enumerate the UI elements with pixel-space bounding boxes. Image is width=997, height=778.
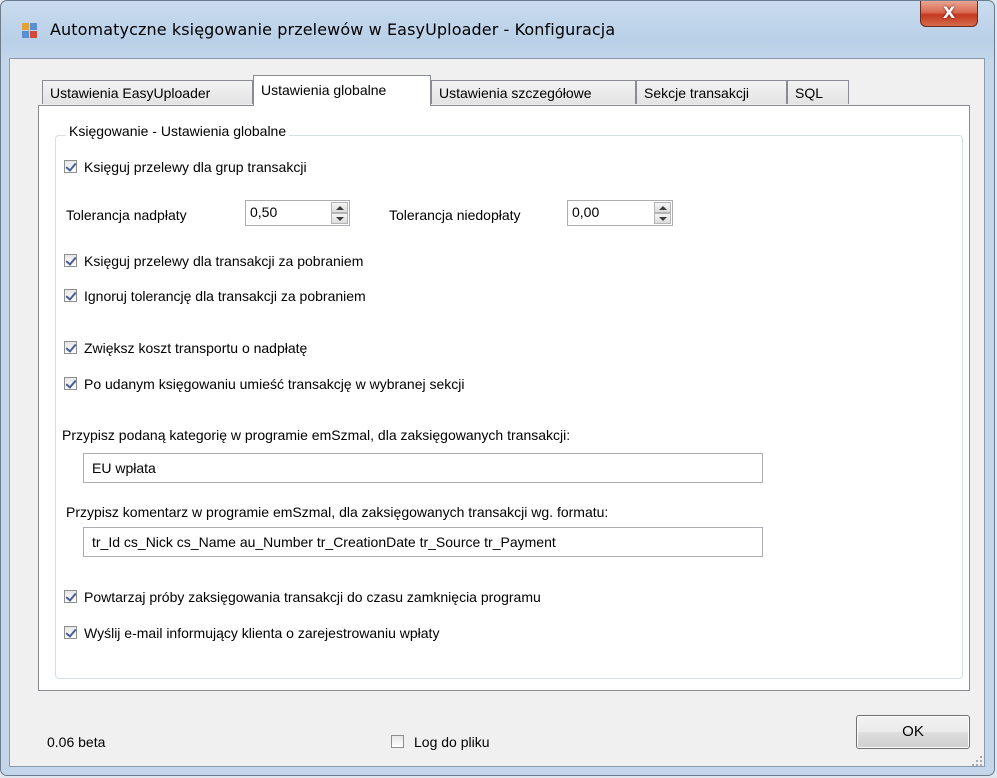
comment-format-label: Przypisz komentarz w programie emSzmal, … (66, 504, 609, 520)
checkbox-post-cod-label: Księguj przelewy dla transakcji za pobra… (84, 253, 364, 269)
overpay-tolerance-spinner[interactable]: 0,50 (245, 200, 350, 226)
checkbox-move-to-section-box[interactable] (64, 377, 77, 390)
spin-up-icon[interactable] (654, 202, 671, 213)
underpay-tolerance-spinner[interactable]: 0,00 (567, 200, 673, 226)
checkbox-ignore-tolerance-cod-box[interactable] (64, 289, 77, 302)
version-label: 0.06 beta (47, 734, 106, 750)
checkbox-log-to-file-label: Log do pliku (414, 734, 490, 750)
underpay-tolerance-value[interactable]: 0,00 (572, 204, 599, 220)
tab-ustawienia-globalne[interactable]: Ustawienia globalne (253, 75, 431, 106)
tab-ustawienia-szczegolowe[interactable]: Ustawienia szczegółowe (431, 80, 636, 104)
checkbox-retry-until-close-label: Powtarzaj próby zaksięgowania transakcji… (84, 589, 541, 605)
tab-sql[interactable]: SQL (787, 80, 849, 104)
title-bar[interactable]: Automatyczne księgowanie przelewów w Eas… (0, 0, 995, 58)
window-title: Automatyczne księgowanie przelewów w Eas… (50, 20, 616, 39)
checkbox-retry-until-close-box[interactable] (64, 590, 77, 603)
checkbox-move-to-section-label: Po udanym księgowaniu umieść transakcję … (84, 376, 465, 392)
underpay-tolerance-label: Tolerancja niedopłaty (389, 207, 521, 223)
checkbox-ignore-tolerance-cod-label: Ignoruj tolerancję dla transakcji za pob… (84, 288, 366, 304)
checkbox-increase-shipping-box[interactable] (64, 341, 77, 354)
overpay-tolerance-label: Tolerancja nadpłaty (66, 207, 187, 223)
ok-button[interactable]: OK (856, 715, 970, 749)
spin-down-icon[interactable] (331, 213, 348, 224)
group-legend: Księgowanie - Ustawienia globalne (66, 123, 290, 139)
close-button[interactable]: X (920, 1, 978, 27)
spin-up-icon[interactable] (331, 202, 348, 213)
spin-down-icon[interactable] (654, 213, 671, 224)
resize-grip-icon[interactable] (970, 754, 984, 768)
checkbox-post-cod-box[interactable] (64, 254, 77, 267)
checkbox-send-email-box[interactable] (64, 626, 77, 639)
checkbox-increase-shipping-label: Zwiększ koszt transportu o nadpłatę (84, 340, 308, 356)
app-icon (22, 23, 38, 39)
tab-ustawienia-easyuploader[interactable]: Ustawienia EasyUploader (42, 80, 253, 104)
category-label: Przypisz podaną kategorię w programie em… (62, 427, 571, 443)
checkbox-log-to-file-box[interactable] (391, 735, 404, 748)
tab-sekcje-transakcji[interactable]: Sekcje transakcji (636, 80, 787, 104)
checkbox-send-email-label: Wyślij e-mail informujący klienta o zare… (84, 625, 440, 641)
checkbox-post-groups-label: Księguj przelewy dla grup transakcji (84, 159, 307, 175)
category-input[interactable]: EU wpłata (83, 453, 763, 483)
overpay-tolerance-value[interactable]: 0,50 (250, 204, 277, 220)
checkbox-post-groups-box[interactable] (64, 160, 77, 173)
comment-format-input[interactable]: tr_Id cs_Nick cs_Name au_Number tr_Creat… (83, 527, 763, 557)
